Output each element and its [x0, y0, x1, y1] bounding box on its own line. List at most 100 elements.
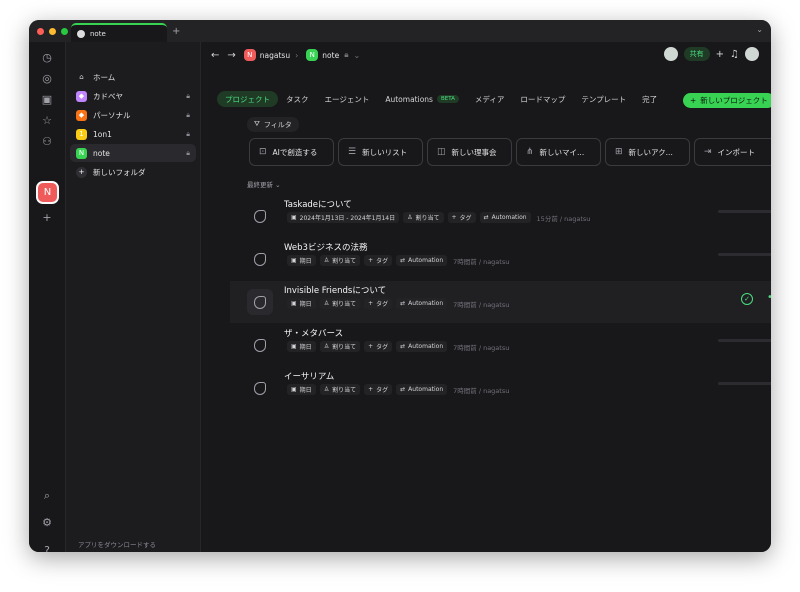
back-arrow-icon[interactable]: ←	[211, 50, 219, 61]
chevron-down-icon[interactable]: ⌄	[756, 25, 763, 34]
filter-button[interactable]: ⛛ フィルタ	[247, 117, 299, 132]
tab-automations[interactable]: Automations BETA	[377, 91, 467, 107]
sidebar-item-note[interactable]: N note 🔒︎	[70, 144, 196, 162]
project-row[interactable]: ザ・メタバース ▣ 期日 ♙ 割り当て + タグ ⇄ Automation 7時間前 /…	[230, 324, 771, 366]
date-chip[interactable]: ▣ 期日	[287, 341, 316, 352]
browser-tab[interactable]: note	[71, 23, 167, 42]
date-chip[interactable]: ▣ 2024年1月13日 - 2024年1月14日	[287, 212, 400, 223]
date-chip[interactable]: ▣ 期日	[287, 298, 316, 309]
automation-icon: ⇄	[400, 257, 406, 264]
tag-chip[interactable]: + タグ	[447, 212, 476, 223]
assign-chip[interactable]: ♙ 割り当て	[319, 298, 361, 309]
automation-label: Automation	[491, 214, 527, 221]
automation-chip[interactable]: ⇄ Automation	[396, 298, 448, 309]
sidebar-item-1on1[interactable]: 1 1on1 🔒︎	[70, 125, 196, 143]
new-action-view-button[interactable]: ⊞ 新しいアク...	[605, 138, 690, 166]
assign-chip[interactable]: ♙ 割り当て	[319, 384, 361, 395]
project-title[interactable]: Taskadeについて	[284, 198, 352, 210]
import-button[interactable]: ⇥ インポート	[694, 138, 771, 166]
workspace-avatar[interactable]: N	[36, 181, 59, 204]
project-title[interactable]: Invisible Friendsについて	[284, 284, 386, 296]
gear-icon[interactable]: ⚙	[41, 517, 53, 529]
more-options-icon[interactable]: •••	[767, 292, 771, 303]
automation-icon: ⇄	[400, 343, 406, 350]
new-list-button[interactable]: ☰ 新しいリスト	[338, 138, 423, 166]
apple-icon[interactable]: ●	[78, 551, 84, 552]
project-title[interactable]: ザ・メタバース	[284, 327, 343, 339]
automation-chip[interactable]: ⇄ Automation	[396, 341, 448, 352]
share-button[interactable]: 共有	[683, 47, 710, 61]
forward-arrow-icon[interactable]: →	[227, 50, 235, 61]
new-board-button[interactable]: ◫ 新しい理事会	[427, 138, 512, 166]
tab-roadmap[interactable]: ロードマップ	[512, 91, 573, 107]
chevron-down-icon[interactable]: ⌄	[353, 51, 360, 60]
date-label: 2024年1月13日 - 2024年1月14日	[299, 215, 396, 222]
automation-icon: ⇄	[483, 214, 489, 221]
date-chip[interactable]: ▣ 期日	[287, 255, 316, 266]
help-icon[interactable]: ?	[41, 545, 53, 553]
project-row[interactable]: Web3ビジネスの法務 ▣ 期日 ♙ 割り当て + タグ ⇄ Automation 7時…	[230, 238, 771, 280]
plus-icon[interactable]: +	[41, 212, 53, 224]
sidebar-item-new-folder[interactable]: + 新しいフォルダ	[70, 163, 196, 181]
tag-chip[interactable]: + タグ	[364, 255, 393, 266]
bell-icon[interactable]: ♫	[730, 49, 739, 60]
assign-chip[interactable]: ♙ 割り当て	[403, 212, 444, 223]
tab-projects[interactable]: プロジェクト	[217, 91, 278, 107]
folder-crumb-avatar: N	[306, 49, 319, 61]
progress-bar	[718, 210, 771, 213]
people-icon[interactable]: ⚇	[41, 136, 53, 148]
member-avatar[interactable]	[663, 47, 678, 61]
profile-avatar[interactable]	[745, 47, 759, 61]
automation-chip[interactable]: ⇄ Automation	[396, 255, 448, 266]
tab-agents[interactable]: エージェント	[317, 91, 378, 107]
breadcrumb-folder[interactable]: note	[322, 51, 339, 60]
calendar-icon[interactable]: ▣	[41, 94, 53, 106]
assign-chip[interactable]: ♙ 割り当て	[319, 341, 361, 352]
project-row[interactable]: イーサリアム ▣ 期日 ♙ 割り当て + タグ ⇄ Automation 7時間前 / …	[230, 367, 771, 409]
sidebar-item-kadobeya[interactable]: ◆ カドベヤ 🔒︎	[70, 87, 196, 105]
tab-tasks[interactable]: タスク	[278, 91, 317, 107]
date-chip[interactable]: ▣ 期日	[287, 384, 316, 395]
plus-icon: +	[76, 166, 87, 178]
chrome-icon[interactable]: ◉	[89, 551, 95, 552]
tab-templates[interactable]: テンプレート	[573, 91, 634, 107]
tag-label: タグ	[376, 258, 389, 265]
complete-check-icon[interactable]: ✓	[741, 293, 753, 305]
plus-icon: +	[368, 386, 374, 393]
sidebar-item-personal[interactable]: ◆ パーソナル 🔒︎	[70, 106, 196, 124]
maximize-window-button[interactable]	[61, 27, 68, 35]
search-icon[interactable]: ⌕	[41, 490, 53, 502]
ai-create-button[interactable]: ⊡ AIで創造する	[249, 138, 334, 166]
close-window-button[interactable]	[37, 27, 44, 35]
new-tab-icon[interactable]: +	[172, 26, 180, 37]
new-project-button[interactable]: + 新しいプロジェクト	[683, 93, 771, 108]
project-title[interactable]: Web3ビジネスの法務	[284, 241, 367, 253]
clock-icon[interactable]: ◷	[41, 52, 53, 64]
tag-chip[interactable]: + タグ	[364, 341, 393, 352]
tag-chip[interactable]: + タグ	[364, 384, 393, 395]
automation-chip[interactable]: ⇄ Automation	[396, 384, 448, 395]
windows-icon[interactable]: ▦	[100, 551, 107, 552]
breadcrumb-workspace[interactable]: nagatsu	[260, 51, 290, 60]
project-row[interactable]: Taskadeについて ▣ 2024年1月13日 - 2024年1月14日 ♙ 割り…	[230, 195, 771, 237]
star-icon[interactable]: ☆	[41, 115, 53, 127]
automation-chip[interactable]: ⇄ Automation	[479, 212, 531, 223]
chevron-right-icon: ›	[295, 50, 299, 60]
new-mindmap-button[interactable]: ⋔ 新しいマイ...	[516, 138, 601, 166]
tab-media[interactable]: メディア	[467, 91, 512, 107]
appstore-icon[interactable]: ▲	[112, 551, 117, 552]
sidebar-item-label: note	[93, 148, 110, 158]
tab-completed[interactable]: 完了	[634, 91, 665, 107]
tag-chip[interactable]: + タグ	[364, 298, 393, 309]
desktop-icon[interactable]: ▬	[122, 551, 129, 552]
check-circle-icon[interactable]: ◎	[41, 73, 53, 85]
plus-icon[interactable]: +	[716, 49, 724, 60]
plus-icon: +	[368, 257, 374, 264]
sort-dropdown[interactable]: 最終更新 ⌄	[247, 179, 281, 189]
sidebar-item-home[interactable]: ⌂ ホーム	[70, 68, 196, 86]
assign-chip[interactable]: ♙ 割り当て	[319, 255, 361, 266]
minimize-window-button[interactable]	[49, 27, 56, 35]
project-title[interactable]: イーサリアム	[284, 370, 334, 382]
project-row[interactable]: Invisible Friendsについて ▣ 期日 ♙ 割り当て + タグ ⇄ Aut…	[230, 281, 771, 323]
action-label: 新しいマイ...	[539, 147, 585, 157]
